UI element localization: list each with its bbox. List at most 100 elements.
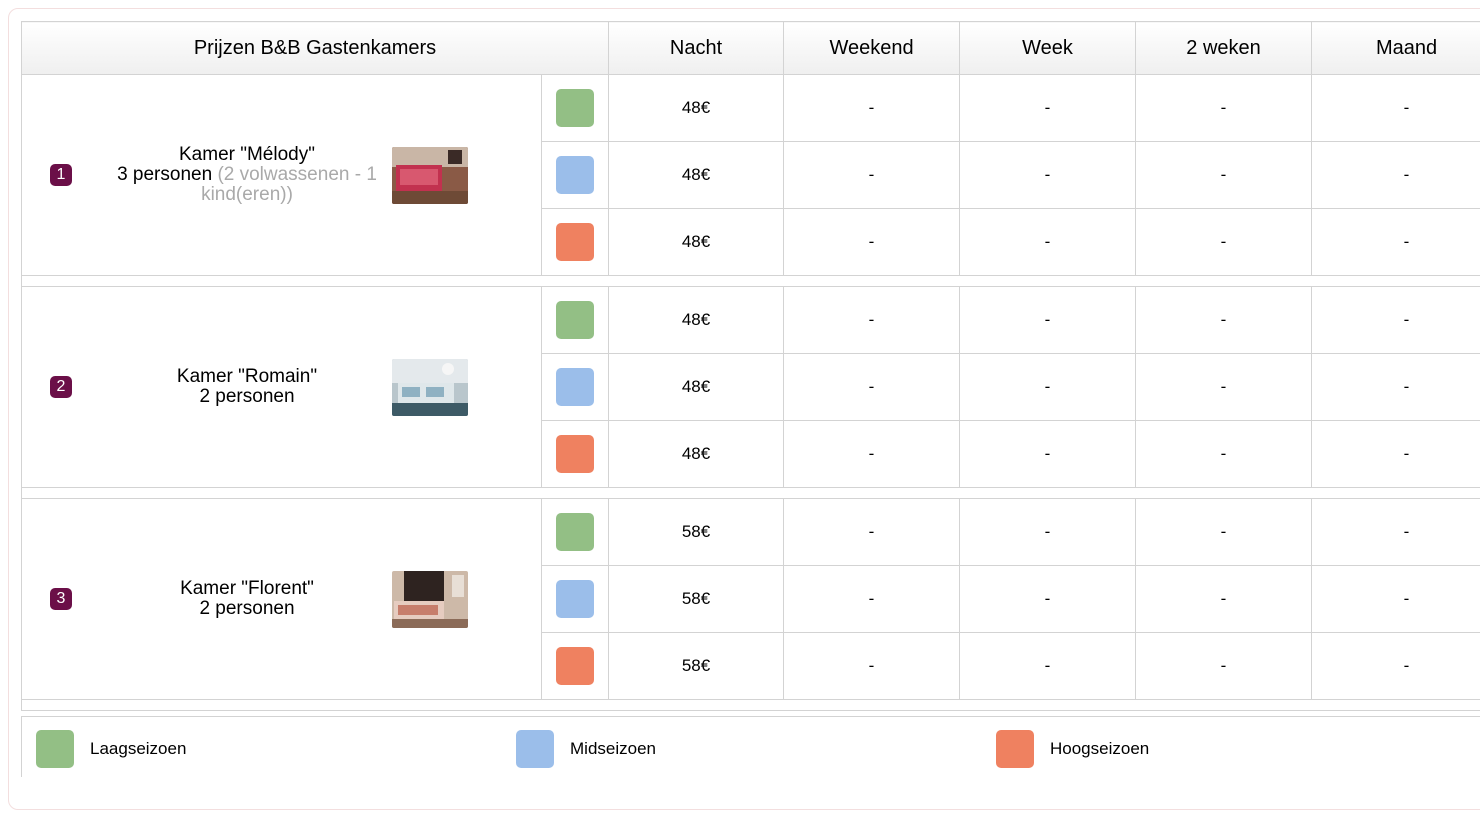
header-row: Prijzen B&B Gastenkamers Nacht Weekend W… (22, 22, 1480, 75)
price-cell: - (960, 287, 1136, 354)
high-season-swatch (556, 647, 594, 685)
price-cell: - (1136, 142, 1312, 209)
price-cell: - (784, 633, 960, 700)
col-header-nacht: Nacht (609, 22, 784, 75)
season-swatch-cell (542, 287, 609, 354)
price-cell: 48€ (609, 142, 784, 209)
room-info-cell: 3 Kamer "Florent"2 personen (22, 499, 542, 700)
room-persons: 3 personen (117, 164, 212, 185)
legend-item-low: Laagseizoen (36, 730, 186, 768)
table-title: Prijzen B&B Gastenkamers (22, 22, 609, 75)
price-cell: - (1312, 142, 1480, 209)
price-cell: 48€ (609, 287, 784, 354)
price-cell: 48€ (609, 421, 784, 488)
price-cell: 58€ (609, 633, 784, 700)
price-cell: - (960, 499, 1136, 566)
season-swatch-cell (542, 142, 609, 209)
season-legend: Laagseizoen Midseizoen Hoogseizoen (21, 716, 1480, 777)
room-extra: (2 volwassenen - 1 kind(eren)) (201, 164, 377, 205)
price-cell: - (1312, 75, 1480, 142)
legend-label-mid: Midseizoen (570, 739, 656, 759)
season-swatch-cell (542, 75, 609, 142)
price-cell: - (960, 142, 1136, 209)
row-spacer (22, 700, 1480, 711)
room-name: Kamer "Romain" (102, 367, 392, 387)
high-season-swatch (556, 223, 594, 261)
price-cell: - (1136, 421, 1312, 488)
table-row: 2Kamer "Romain"2 personen48€---- (22, 287, 1480, 354)
low-season-swatch (556, 513, 594, 551)
price-cell: 48€ (609, 75, 784, 142)
price-cell: - (960, 75, 1136, 142)
season-swatch-cell (542, 633, 609, 700)
price-cell: - (784, 287, 960, 354)
price-cell: - (1312, 209, 1480, 276)
mid-season-swatch (556, 580, 594, 618)
legend-label-high: Hoogseizoen (1050, 739, 1149, 759)
room-name: Kamer "Florent" (102, 579, 392, 599)
price-cell: 58€ (609, 499, 784, 566)
price-cell: - (784, 142, 960, 209)
low-season-swatch (36, 730, 74, 768)
high-season-swatch (996, 730, 1034, 768)
mid-season-swatch (556, 156, 594, 194)
room-info-cell: 2 Kamer "Romain"2 personen (22, 287, 542, 488)
table-row: 3Kamer "Florent"2 personen58€---- (22, 499, 1480, 566)
price-cell: - (1136, 633, 1312, 700)
room-photo[interactable] (392, 147, 468, 204)
price-cell: - (1312, 421, 1480, 488)
room-name: Kamer "Mélody" (102, 145, 392, 165)
price-cell: 48€ (609, 209, 784, 276)
room-info-cell: 1 Kamer "Mélody"3 personen (2 volwassenen… (22, 75, 542, 276)
high-season-swatch (556, 435, 594, 473)
low-season-swatch (556, 89, 594, 127)
spacer-cell (22, 488, 1480, 499)
price-cell: - (1136, 287, 1312, 354)
mid-season-swatch (516, 730, 554, 768)
price-cell: - (784, 209, 960, 276)
price-cell: - (784, 421, 960, 488)
room-persons: 2 personen (199, 386, 294, 407)
price-cell: 48€ (609, 354, 784, 421)
price-cell: - (784, 499, 960, 566)
price-cell: - (960, 354, 1136, 421)
table-body: 1 Kamer "Mélody"3 personen (2 volwassenen… (22, 75, 1480, 711)
row-spacer (22, 488, 1480, 499)
price-cell: - (784, 75, 960, 142)
price-cell: - (1312, 354, 1480, 421)
price-cell: - (1312, 566, 1480, 633)
room-number-badge: 2 (50, 376, 72, 398)
room-number-badge: 1 (50, 164, 72, 186)
price-table-container: Prijzen B&B Gastenkamers Nacht Weekend W… (21, 21, 1480, 821)
legend-item-mid: Midseizoen (516, 730, 656, 768)
room-photo[interactable] (392, 571, 468, 628)
col-header-week: Week (960, 22, 1136, 75)
col-header-maand: Maand (1312, 22, 1480, 75)
price-cell: - (1136, 499, 1312, 566)
col-header-2-weken: 2 weken (1136, 22, 1312, 75)
table-row: 1Kamer "Mélody"3 personen (2 volwassenen… (22, 75, 1480, 142)
season-swatch-cell (542, 421, 609, 488)
col-header-weekend: Weekend (784, 22, 960, 75)
price-cell: - (960, 566, 1136, 633)
spacer-cell (22, 700, 1480, 711)
season-swatch-cell (542, 209, 609, 276)
mid-season-swatch (556, 368, 594, 406)
room-photo[interactable] (392, 359, 468, 416)
room-persons: 2 personen (199, 598, 294, 619)
price-cell: - (1136, 354, 1312, 421)
low-season-swatch (556, 301, 594, 339)
room-number-badge: 3 (50, 588, 72, 610)
price-cell: - (1312, 287, 1480, 354)
spacer-cell (22, 276, 1480, 287)
price-cell: - (960, 633, 1136, 700)
legend-label-low: Laagseizoen (90, 739, 186, 759)
price-cell: - (1136, 209, 1312, 276)
price-table: Prijzen B&B Gastenkamers Nacht Weekend W… (21, 21, 1480, 711)
row-spacer (22, 276, 1480, 287)
price-cell: - (1136, 75, 1312, 142)
season-swatch-cell (542, 354, 609, 421)
price-cell: - (1312, 499, 1480, 566)
price-cell: - (1136, 566, 1312, 633)
price-cell: - (960, 209, 1136, 276)
